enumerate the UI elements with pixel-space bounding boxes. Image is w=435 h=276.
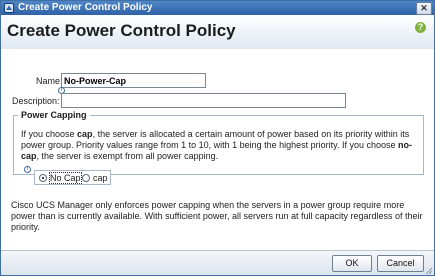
description-label: Description: bbox=[12, 96, 60, 106]
no-cap-radio[interactable] bbox=[39, 174, 47, 182]
title-bar[interactable]: Create Power Control Policy ✕ bbox=[1, 1, 434, 15]
description-field[interactable] bbox=[61, 93, 346, 108]
close-icon: ✕ bbox=[420, 3, 428, 13]
power-capping-legend: Power Capping bbox=[21, 110, 87, 120]
button-bar: OK Cancel bbox=[1, 250, 434, 275]
header: Create Power Control Policy ? bbox=[1, 15, 434, 49]
ok-button[interactable]: OK bbox=[332, 255, 372, 272]
power-capping-radio-group: No Cap cap bbox=[34, 170, 111, 185]
info-icon: i bbox=[24, 166, 31, 173]
power-capping-note: Cisco UCS Manager only enforces power ca… bbox=[11, 200, 423, 232]
cap-label[interactable]: cap bbox=[93, 173, 108, 183]
window-title: Create Power Control Policy bbox=[18, 2, 153, 13]
resize-grip-icon[interactable] bbox=[424, 266, 433, 275]
cap-radio[interactable] bbox=[82, 174, 90, 182]
name-field[interactable] bbox=[61, 73, 206, 88]
close-button[interactable]: ✕ bbox=[416, 2, 432, 15]
name-label: Name: bbox=[36, 76, 63, 86]
cancel-button[interactable]: Cancel bbox=[377, 255, 424, 272]
page-title: Create Power Control Policy bbox=[7, 21, 236, 40]
no-cap-label[interactable]: No Cap bbox=[49, 172, 82, 184]
power-capping-description: If you choose cap, the server is allocat… bbox=[21, 129, 413, 161]
dialog-window: Create Power Control Policy ✕ Create Pow… bbox=[0, 0, 435, 276]
app-icon bbox=[4, 3, 14, 13]
help-icon[interactable]: ? bbox=[415, 22, 426, 33]
